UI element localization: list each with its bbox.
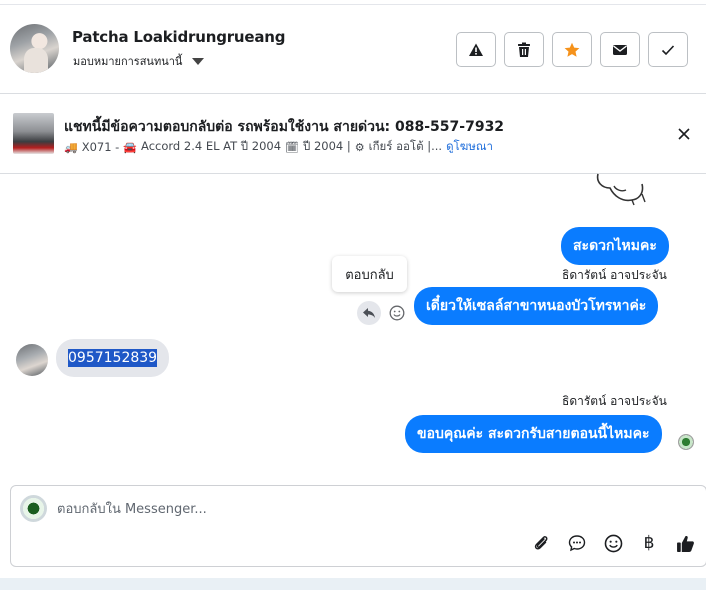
saved-replies-button[interactable]: [566, 532, 588, 554]
ad-details: 🚚 X071 - 🚘 Accord 2.4 EL AT ปี 2004 🗓 ปี…: [64, 138, 493, 156]
check-icon: [661, 44, 675, 55]
thumbs-up-icon: [676, 535, 694, 552]
chevron-down-icon: [192, 57, 205, 65]
contact-name[interactable]: Patcha Loakidrungrueang: [72, 28, 286, 46]
baht-icon: ฿: [643, 533, 655, 553]
seen-avatar: [678, 434, 694, 450]
ad-code: X071 -: [81, 140, 120, 154]
reply-icon: [363, 308, 375, 318]
message-composer: ฿: [10, 485, 706, 567]
attach-button[interactable]: [530, 532, 552, 554]
mark-done-button[interactable]: [648, 32, 688, 67]
message-outgoing[interactable]: ขอบคุณค่ะ สะดวกรับสายตอนนี้ไหมคะ: [405, 415, 662, 453]
sender-name: ธิดารัตน์ อาจประจัน: [562, 394, 667, 408]
react-button[interactable]: [385, 301, 409, 325]
assign-label: มอบหมายการสนทนานี้: [73, 55, 183, 68]
report-button[interactable]: [456, 32, 496, 67]
reply-input[interactable]: [57, 498, 657, 520]
composer-toolbar: ฿: [530, 532, 696, 554]
truck-icon: 🚚: [64, 140, 78, 154]
message-text-selected[interactable]: 0957152839: [68, 349, 158, 367]
star-button[interactable]: [552, 32, 592, 67]
header-actions: [456, 32, 688, 67]
bottom-strip: [0, 578, 706, 590]
warning-icon: [469, 43, 483, 56]
payment-button[interactable]: ฿: [638, 532, 660, 554]
trash-icon: [518, 42, 530, 57]
star-icon: [564, 42, 580, 57]
paperclip-icon: [534, 536, 548, 550]
mark-unread-button[interactable]: [600, 32, 640, 67]
sender-name: ธิดารัตน์ อาจประจัน: [562, 268, 667, 282]
message-incoming[interactable]: 0957152839: [56, 339, 170, 377]
envelope-icon: [613, 44, 627, 55]
top-border: [0, 0, 706, 5]
reply-button[interactable]: [357, 301, 381, 325]
ad-gear: เกียร์ ออโต้ |...: [368, 139, 443, 153]
chat-bubble-icon: [568, 535, 586, 552]
close-ad-button[interactable]: [674, 124, 694, 144]
ad-title: แชทนี้มีข้อความตอบกลับต่อ รถพร้อมใช้งาน …: [64, 119, 505, 135]
sticker-image: [596, 173, 646, 206]
close-icon: [678, 128, 690, 140]
emoji-icon: [604, 534, 622, 552]
message-actions: [357, 301, 409, 325]
ad-model: Accord 2.4 EL AT ปี 2004: [141, 139, 282, 153]
message-outgoing[interactable]: สะดวกไหมคะ: [561, 227, 669, 265]
ad-thumbnail[interactable]: [13, 113, 54, 154]
car-icon: 🚘: [123, 140, 138, 154]
message-outgoing[interactable]: เดี๋ยวให้เซลล์สาขาหนองบัวโทรหาค่ะ: [414, 287, 659, 325]
assign-dropdown[interactable]: มอบหมายการสนทนานี้: [73, 52, 205, 70]
contact-avatar[interactable]: [16, 344, 48, 376]
view-ad-link[interactable]: ดูโฆษณา: [446, 138, 493, 156]
conversation-header: Patcha Loakidrungrueang มอบหมายการสนทนาน…: [0, 6, 706, 94]
delete-button[interactable]: [504, 32, 544, 67]
ad-banner: แชทนี้มีข้อความตอบกลับต่อ รถพร้อมใช้งาน …: [0, 94, 706, 174]
gear-icon: ⚙: [354, 140, 365, 154]
ad-year: ปี 2004 |: [303, 139, 351, 153]
avatar[interactable]: [10, 24, 59, 73]
page-avatar: [20, 495, 47, 522]
like-button[interactable]: [674, 532, 696, 554]
reply-tooltip: ตอบกลับ: [332, 256, 407, 292]
calendar-icon: 🗓: [285, 140, 299, 154]
emoji-button[interactable]: [602, 532, 624, 554]
smiley-icon: [389, 305, 405, 321]
